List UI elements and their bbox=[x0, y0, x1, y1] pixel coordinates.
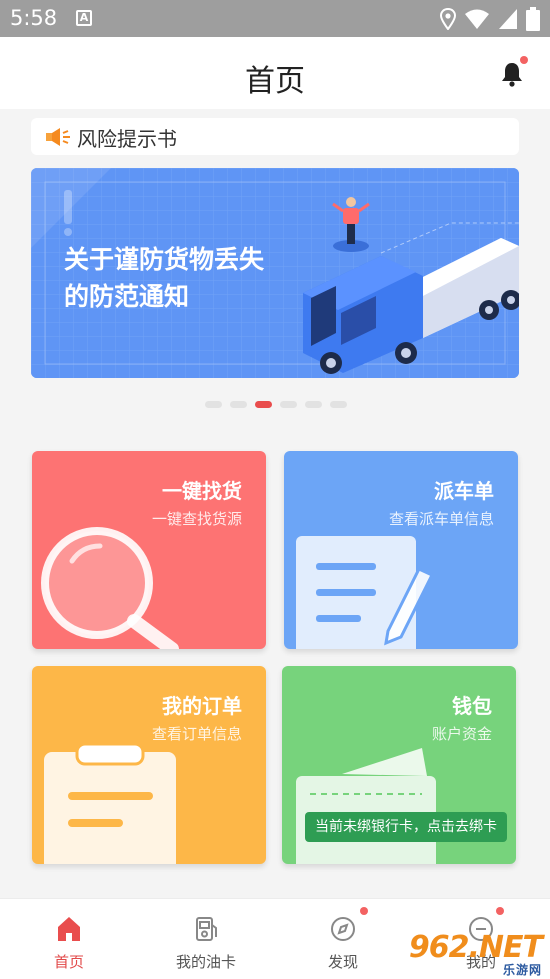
tab-profile-badge bbox=[496, 907, 504, 915]
pager-dot[interactable] bbox=[330, 401, 347, 408]
tab-discover-label: 发现 bbox=[327, 953, 358, 971]
page-title: 首页 bbox=[245, 64, 305, 99]
orders-title: 我的订单 bbox=[162, 694, 242, 718]
wallet-title: 钱包 bbox=[452, 694, 492, 718]
pager-dot[interactable] bbox=[280, 401, 297, 408]
battery-icon bbox=[526, 7, 540, 31]
tab-fuel-card-label: 我的油卡 bbox=[175, 953, 236, 971]
pager-dot[interactable] bbox=[205, 401, 222, 408]
compass-icon bbox=[331, 917, 355, 941]
status-time: 5:58 bbox=[10, 6, 58, 30]
dispatch-subtitle: 查看派车单信息 bbox=[388, 510, 494, 528]
banner-headline-line1: 关于谨防货物丢失 bbox=[64, 245, 265, 274]
dispatch-card[interactable]: 派车单 查看派车单信息 bbox=[284, 451, 518, 649]
signal-icon bbox=[499, 9, 517, 29]
orders-card[interactable]: 我的订单 查看订单信息 bbox=[32, 666, 266, 864]
tab-home[interactable]: 首页 bbox=[14, 899, 124, 979]
pager-dot-active[interactable] bbox=[255, 401, 272, 408]
pager-dot[interactable] bbox=[305, 401, 322, 408]
speaker-icon bbox=[46, 128, 70, 146]
dispatch-title: 派车单 bbox=[434, 479, 494, 503]
tab-discover[interactable]: 发现 bbox=[288, 899, 398, 979]
site-watermark: 962.NET 乐游网 bbox=[408, 930, 543, 978]
fuel-card-icon bbox=[196, 917, 217, 941]
system-icons bbox=[440, 7, 540, 31]
find-goods-title: 一键找货 bbox=[162, 479, 242, 503]
tab-discover-badge bbox=[360, 907, 368, 915]
bell-icon[interactable] bbox=[500, 61, 524, 87]
notification-badge bbox=[520, 56, 528, 64]
banner-pager bbox=[205, 401, 347, 408]
bind-bank-card-tip[interactable]: 当前未绑银行卡，点击去绑卡 bbox=[305, 812, 507, 842]
pager-dot[interactable] bbox=[230, 401, 247, 408]
find-goods-card[interactable]: 一键找货 一键查找货源 bbox=[32, 451, 266, 649]
notification-a-icon: A bbox=[76, 10, 92, 26]
watermark-main: 962.NET bbox=[408, 930, 543, 965]
promo-banner[interactable]: 关于谨防货物丢失 的防范通知 bbox=[31, 168, 519, 378]
status-bar: 5:58 A bbox=[0, 0, 550, 37]
tab-home-label: 首页 bbox=[53, 953, 84, 971]
banner-headline: 关于谨防货物丢失 的防范通知 bbox=[64, 241, 314, 315]
location-icon bbox=[440, 8, 456, 30]
home-icon bbox=[58, 917, 80, 941]
find-goods-subtitle: 一键查找货源 bbox=[151, 510, 242, 528]
app-header: 首页 bbox=[0, 37, 550, 109]
banner-headline-line2: 的防范通知 bbox=[64, 282, 190, 311]
risk-notice-label: 风险提示书 bbox=[77, 127, 177, 151]
wifi-icon bbox=[465, 9, 489, 29]
risk-notice-bar[interactable]: 风险提示书 bbox=[31, 118, 519, 155]
wallet-subtitle: 账户资金 bbox=[431, 725, 492, 743]
tab-fuel-card[interactable]: 我的油卡 bbox=[151, 899, 261, 979]
orders-subtitle: 查看订单信息 bbox=[151, 725, 242, 743]
